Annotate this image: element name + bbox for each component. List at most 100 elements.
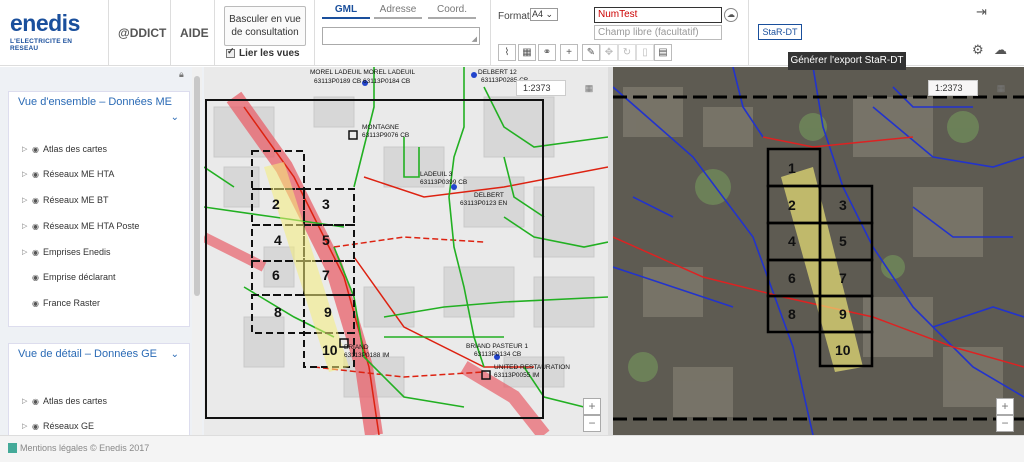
map-label: BRIAND bbox=[344, 344, 369, 351]
chart-tool-button[interactable]: ⌇ bbox=[498, 44, 516, 61]
grid-tool-button[interactable]: ▦ bbox=[518, 44, 536, 61]
map-label: 63113P0134 CB bbox=[474, 351, 521, 358]
table-tool-button[interactable]: ▤ bbox=[654, 44, 672, 61]
eye-icon[interactable]: ◉ bbox=[32, 273, 39, 282]
left-map[interactable]: 2 3 4 5 6 7 8 9 10 MOREL LADEUIL MOREL L… bbox=[204, 67, 608, 435]
link-views-checkbox[interactable] bbox=[226, 46, 235, 58]
switch-view-button[interactable]: Basculer en vue de consultation bbox=[224, 6, 306, 46]
link-tool-button[interactable]: ⚭ bbox=[538, 44, 556, 61]
rotate-tool-button[interactable]: ↻ bbox=[618, 44, 636, 61]
map-label: DELBERT bbox=[474, 192, 504, 199]
nav-ddict-link[interactable]: @DDICT bbox=[118, 26, 166, 40]
nav-aide-link[interactable]: AIDE bbox=[180, 26, 209, 40]
table-icon: ▤ bbox=[658, 47, 668, 58]
delete-tool-button[interactable]: ▯ bbox=[636, 44, 654, 61]
expand-arrow-icon[interactable]: ▷ bbox=[22, 248, 28, 256]
grid-icon: ▦ bbox=[522, 47, 532, 58]
left-scale-display: 1:2373 bbox=[516, 80, 566, 96]
layer-label: Réseaux ME HTA bbox=[42, 169, 115, 179]
divider bbox=[108, 0, 109, 66]
right-zoom-in-button[interactable]: + bbox=[996, 398, 1014, 415]
expand-arrow-icon[interactable]: ▷ bbox=[22, 422, 28, 430]
format-label: Format bbox=[498, 11, 530, 22]
right-map-canvas: 1 2 3 4 5 6 7 8 9 10 bbox=[613, 67, 1024, 435]
eye-icon[interactable]: ◉ bbox=[32, 248, 39, 257]
upload-cloud-icon[interactable]: ☁ bbox=[724, 8, 738, 22]
layer-label: Réseaux GE bbox=[42, 421, 95, 431]
eye-icon[interactable]: ◉ bbox=[32, 170, 39, 179]
expand-arrow-icon[interactable]: ▷ bbox=[22, 196, 28, 204]
layers-panel: Vue d'ensemble – Données ME ⌄ ▷ ◉ Atlas de… bbox=[0, 67, 204, 435]
search-tabs: GML Adresse Coord. bbox=[322, 4, 482, 19]
layer-item[interactable]: ▷ ◉ Atlas des cartes bbox=[22, 396, 107, 406]
enedis-logo[interactable]: enedis L'ELECTRICITE EN RESEAU bbox=[10, 10, 100, 52]
tab-coord[interactable]: Coord. bbox=[428, 4, 476, 15]
move-tool-button[interactable]: ✥ bbox=[600, 44, 618, 61]
eye-icon[interactable]: ◉ bbox=[32, 397, 39, 406]
tile-number: 8 bbox=[274, 304, 282, 320]
link-views-toggle[interactable]: Lier les vues bbox=[226, 46, 300, 59]
divider bbox=[214, 0, 215, 66]
gml-textarea[interactable]: ◢ bbox=[322, 27, 480, 45]
layer-item[interactable]: ▷ ◉ Emprises Enedis bbox=[22, 247, 111, 257]
map-label: LADEUIL 3 bbox=[420, 171, 453, 178]
download-cloud-icon[interactable]: ☁ bbox=[994, 42, 1007, 58]
layer-label: Réseaux ME HTA Poste bbox=[42, 221, 140, 231]
stardt-export-button[interactable]: StaR-DT bbox=[758, 24, 802, 40]
expand-arrow-icon[interactable]: ▷ bbox=[22, 145, 28, 153]
tile-number: 6 bbox=[788, 270, 796, 286]
map-label: MONTAGNE bbox=[362, 124, 400, 131]
rotate-icon: ↻ bbox=[622, 47, 632, 58]
layer-item[interactable]: ▷ ◉ Réseaux ME HTA Poste bbox=[22, 221, 139, 231]
expand-arrow-icon[interactable]: ▷ bbox=[22, 397, 28, 405]
panel-scroll-thumb[interactable] bbox=[194, 76, 200, 296]
layer-label: France Raster bbox=[42, 298, 101, 308]
chevron-down-icon[interactable]: ⌄ bbox=[171, 112, 179, 123]
tile-number: 4 bbox=[788, 233, 796, 249]
settings-cloud-icon[interactable]: ⚙ bbox=[972, 42, 984, 58]
layer-item[interactable]: ▷ ◉ Réseaux GE bbox=[22, 421, 94, 431]
eye-icon[interactable]: ◉ bbox=[32, 196, 39, 205]
layer-item[interactable]: ◉ Emprise déclarant bbox=[22, 272, 116, 282]
layer-item[interactable]: ▷ ◉ Réseaux ME BT bbox=[22, 195, 109, 205]
right-map[interactable]: 1 2 3 4 5 6 7 8 9 10 bbox=[613, 67, 1024, 435]
layer-item[interactable]: ◉ France Raster bbox=[22, 298, 100, 308]
grid-toggle-icon[interactable]: ▦ bbox=[582, 80, 596, 96]
map-label: BRIAND PASTEUR 1 bbox=[466, 343, 528, 350]
eye-icon[interactable]: ◉ bbox=[32, 422, 39, 431]
grid-toggle-icon[interactable]: ▦ bbox=[994, 80, 1008, 96]
map-label: 63113P0399 CB bbox=[420, 179, 467, 186]
app: enedis L'ELECTRICITE EN RESEAU @DDICT AI… bbox=[0, 0, 1024, 462]
tab-gml[interactable]: GML bbox=[322, 4, 370, 15]
export-name-input[interactable]: NumTest bbox=[594, 7, 722, 23]
eye-icon[interactable]: ◉ bbox=[32, 299, 39, 308]
expand-arrow-icon[interactable]: ▷ bbox=[22, 170, 28, 178]
logout-icon[interactable]: ⇥ bbox=[976, 4, 987, 20]
left-zoom-out-button[interactable]: − bbox=[583, 415, 601, 432]
legal-mentions-link[interactable]: Mentions légales © Enedis 2017 bbox=[20, 443, 149, 453]
map-label: 63113P0055 IM bbox=[494, 372, 539, 379]
map-label: DELBERT 12 bbox=[478, 69, 517, 76]
resize-grip-icon[interactable]: ◢ bbox=[472, 35, 477, 43]
left-map-canvas: 2 3 4 5 6 7 8 9 10 MOREL LADEUIL MOREL L… bbox=[204, 67, 608, 435]
free-text-input[interactable]: Champ libre (facultatif) bbox=[594, 25, 722, 40]
layer-item[interactable]: ▷ ◉ Atlas des cartes bbox=[22, 144, 107, 154]
lock-icon[interactable]: 🔒︎ bbox=[179, 69, 184, 80]
expand-arrow-icon[interactable]: ▷ bbox=[22, 222, 28, 230]
top-bar: enedis L'ELECTRICITE EN RESEAU @DDICT AI… bbox=[0, 0, 1024, 70]
overview-title[interactable]: Vue d'ensemble – Données ME bbox=[9, 92, 189, 112]
eye-icon[interactable]: ◉ bbox=[32, 145, 39, 154]
layer-item[interactable]: ▷ ◉ Réseaux ME HTA bbox=[22, 169, 114, 179]
right-scale-display: 1:2373 bbox=[928, 80, 978, 96]
chevron-down-icon[interactable]: ⌄ bbox=[171, 349, 179, 360]
edit-tool-button[interactable]: ✎ bbox=[582, 44, 600, 61]
eye-icon[interactable]: ◉ bbox=[32, 222, 39, 231]
tab-adresse[interactable]: Adresse bbox=[374, 4, 422, 15]
left-zoom-in-button[interactable]: + bbox=[583, 398, 601, 415]
add-tool-button[interactable]: + bbox=[560, 44, 578, 61]
detail-title[interactable]: Vue de détail – Données GE bbox=[9, 344, 189, 364]
move-icon: ✥ bbox=[604, 47, 614, 58]
footer: Mentions légales © Enedis 2017 bbox=[0, 435, 1024, 462]
right-zoom-out-button[interactable]: − bbox=[996, 415, 1014, 432]
format-select[interactable]: A4 ⌄ bbox=[530, 8, 558, 21]
